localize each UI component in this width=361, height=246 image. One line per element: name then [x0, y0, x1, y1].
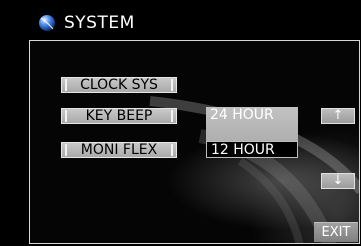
exit-button[interactable]: EXIT: [314, 222, 358, 242]
title-bar: SYSTEM: [0, 0, 361, 40]
option-12-hour[interactable]: 12 HOUR: [206, 141, 298, 158]
scroll-up-button[interactable]: ↑: [321, 108, 355, 124]
key-beep-button[interactable]: KEY BEEP: [61, 108, 177, 124]
clock-sys-button[interactable]: CLOCK SYS: [61, 77, 177, 93]
arrow-up-icon: ↑: [332, 108, 344, 123]
arrow-down-icon: ↓: [332, 173, 344, 188]
moni-flex-button[interactable]: MONI FLEX: [61, 142, 177, 158]
scroll-down-button[interactable]: ↓: [321, 173, 355, 189]
option-24-hour[interactable]: 24 HOUR: [206, 107, 298, 124]
system-logo-icon: [39, 15, 55, 31]
page-title: SYSTEM: [64, 13, 135, 33]
